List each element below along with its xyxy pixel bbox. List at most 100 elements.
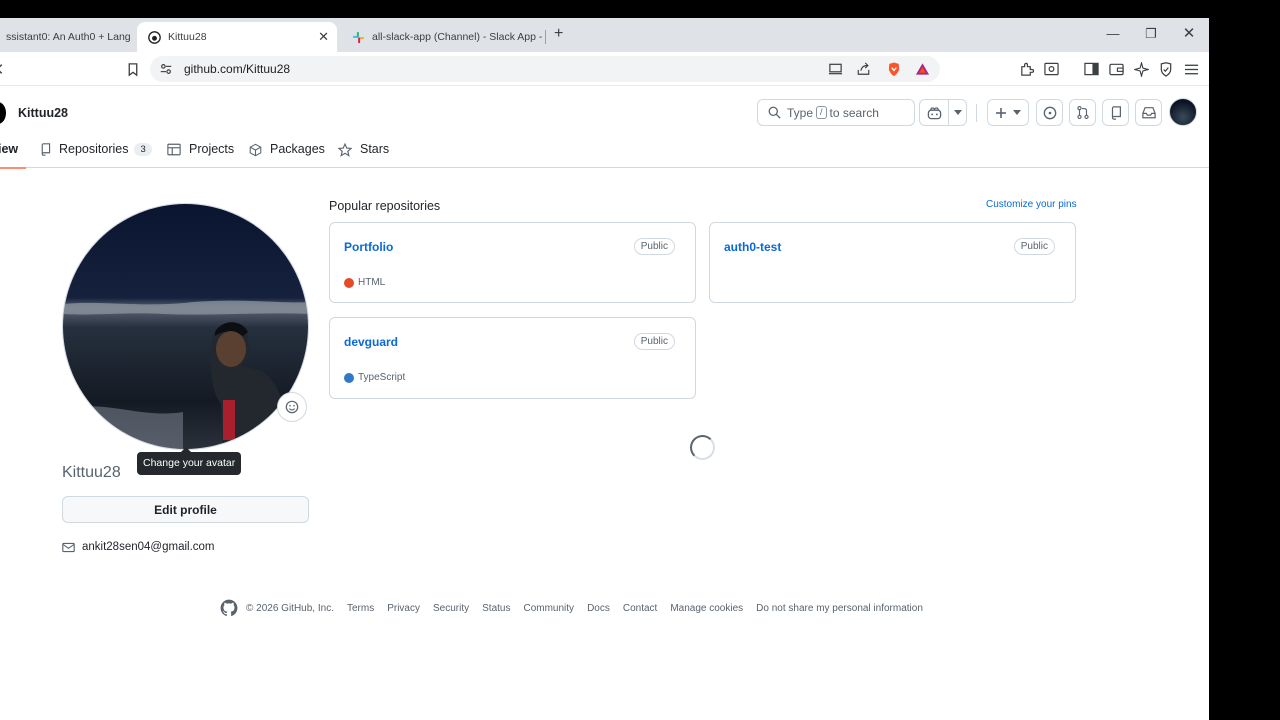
tab-stars-label: Stars [360,142,390,156]
minimize-icon[interactable]: — [1103,26,1123,41]
tab-label: all-slack-app (Channel) - Slack App - [372,31,542,43]
edit-profile-button[interactable]: Edit profile [62,496,309,523]
customize-pins-link[interactable]: Customize your pins [986,199,1077,210]
close-window-icon[interactable]: ✕ [1179,24,1199,42]
address-bar[interactable]: github.com/Kittuu28 [150,56,940,82]
language-label: HTML [358,277,386,288]
github-mark-icon[interactable] [220,599,238,617]
tab-slack-app[interactable]: all-slack-app (Channel) - Slack App - [342,22,542,52]
avatar-photo [63,204,308,449]
repositories-button[interactable] [1102,99,1129,126]
tab-packages[interactable]: Packages [249,142,325,168]
footer-link-manage-cookies[interactable]: Manage cookies [670,603,743,614]
language-color-dot [344,277,354,288]
inbox-button[interactable] [1135,99,1162,126]
restore-icon[interactable]: ❐ [1141,26,1161,42]
owner-name[interactable]: Kittuu28 [18,106,68,120]
github-logo-icon[interactable] [0,102,6,124]
tab-repositories-label: Repositories [59,142,129,156]
user-avatar[interactable] [1169,98,1197,126]
screenshot-icon[interactable] [1043,61,1059,77]
issues-button[interactable] [1036,99,1063,126]
footer-link-do-not-share[interactable]: Do not share my personal information [756,603,923,614]
profile-avatar[interactable] [62,203,309,450]
copilot-button[interactable] [919,99,967,126]
footer-link-terms[interactable]: Terms [347,603,374,614]
cast-icon[interactable] [827,61,843,77]
email-link[interactable]: ankit28sen04@gmail.com [82,541,215,553]
search-suffix: to search [829,105,879,120]
repo-name-link[interactable]: Portfolio [344,240,393,254]
footer-link-security[interactable]: Security [433,603,469,614]
tab-packages-label: Packages [270,142,325,156]
footer-link-docs[interactable]: Docs [587,603,610,614]
repositories-count-badge: 3 [134,143,152,156]
share-icon[interactable] [855,61,871,77]
table-icon [167,143,181,156]
repo-card-portfolio: Portfolio Public HTML [329,222,696,303]
wallet-icon[interactable] [1108,61,1124,77]
profile-email: ankit28sen04@gmail.com [62,541,215,553]
copilot-icon [927,106,942,119]
tab-kittuu28[interactable]: Kittuu28 ✕ [137,22,337,52]
set-status-button[interactable] [277,392,307,422]
visibility-badge: Public [633,238,675,255]
browser-toolbar: github.com/Kittuu28 [0,52,1209,86]
mail-icon [62,542,75,552]
footer-link-privacy[interactable]: Privacy [387,603,420,614]
tab-label: Kittuu28 [168,31,207,43]
extensions-icon[interactable] [1018,61,1034,77]
git-pull-request-icon [1076,105,1089,120]
tab-projects[interactable]: Projects [167,142,234,168]
footer-link-status[interactable]: Status [482,603,510,614]
search-key-hint: / [816,106,827,119]
repo-name-link[interactable]: devguard [344,335,398,349]
repo-language: HTML [344,277,385,288]
site-settings-icon[interactable] [158,61,174,77]
tab-overview-label: iew [0,142,19,156]
github-favicon-icon [147,30,161,44]
loading-spinner [690,435,715,460]
avatar-tooltip: Change your avatar [137,447,242,475]
new-tab-button[interactable]: + [554,25,563,43]
brave-shield-icon[interactable] [886,61,902,77]
header-divider [976,104,977,122]
bookmark-icon[interactable] [125,61,141,77]
screen-frame: ssistant0: An Auth0 + LangC Kittuu28 ✕ a… [0,0,1280,720]
close-tab-icon[interactable]: ✕ [318,29,329,45]
pull-requests-button[interactable] [1069,99,1096,126]
footer-copyright: © 2026 GitHub, Inc. [246,602,334,614]
active-tab-indicator [0,167,26,169]
menu-icon[interactable] [1183,61,1199,77]
repo-icon [41,143,51,156]
language-label: TypeScript [358,372,406,383]
plus-icon [996,107,1006,118]
footer-link-community[interactable]: Community [523,603,574,614]
sidebar-icon[interactable] [1083,61,1099,77]
repo-icon [1111,105,1121,120]
tab-repositories[interactable]: Repositories 3 [40,142,152,168]
vpn-icon[interactable] [1158,61,1174,77]
footer-link-contact[interactable]: Contact [623,603,657,614]
smiley-icon [285,400,299,414]
brave-rewards-icon[interactable] [914,61,930,77]
language-color-dot [344,372,354,383]
tab-overview[interactable]: iew [0,142,18,168]
repo-card-devguard: devguard Public TypeScript [329,317,696,399]
issue-opened-icon [1043,106,1056,119]
visibility-badge: Public [633,333,675,350]
chevron-down-icon[interactable] [954,110,962,115]
inbox-icon [1141,107,1156,119]
leo-ai-icon[interactable] [1133,61,1149,77]
tab-stars[interactable]: Stars [338,142,389,168]
tab-strip: ssistant0: An Auth0 + LangC Kittuu28 ✕ a… [0,18,1209,52]
repo-card-auth0-test: auth0-test Public [709,222,1076,303]
back-icon[interactable] [0,61,8,77]
create-new-button[interactable] [987,99,1029,126]
chevron-down-icon [1013,110,1021,115]
search-input[interactable]: Type / to search [757,99,915,126]
package-icon [249,143,262,157]
search-prefix: Type [787,105,814,120]
tab-auth0-assistant[interactable]: ssistant0: An Auth0 + LangC [0,22,130,52]
repo-name-link[interactable]: auth0-test [724,240,781,254]
